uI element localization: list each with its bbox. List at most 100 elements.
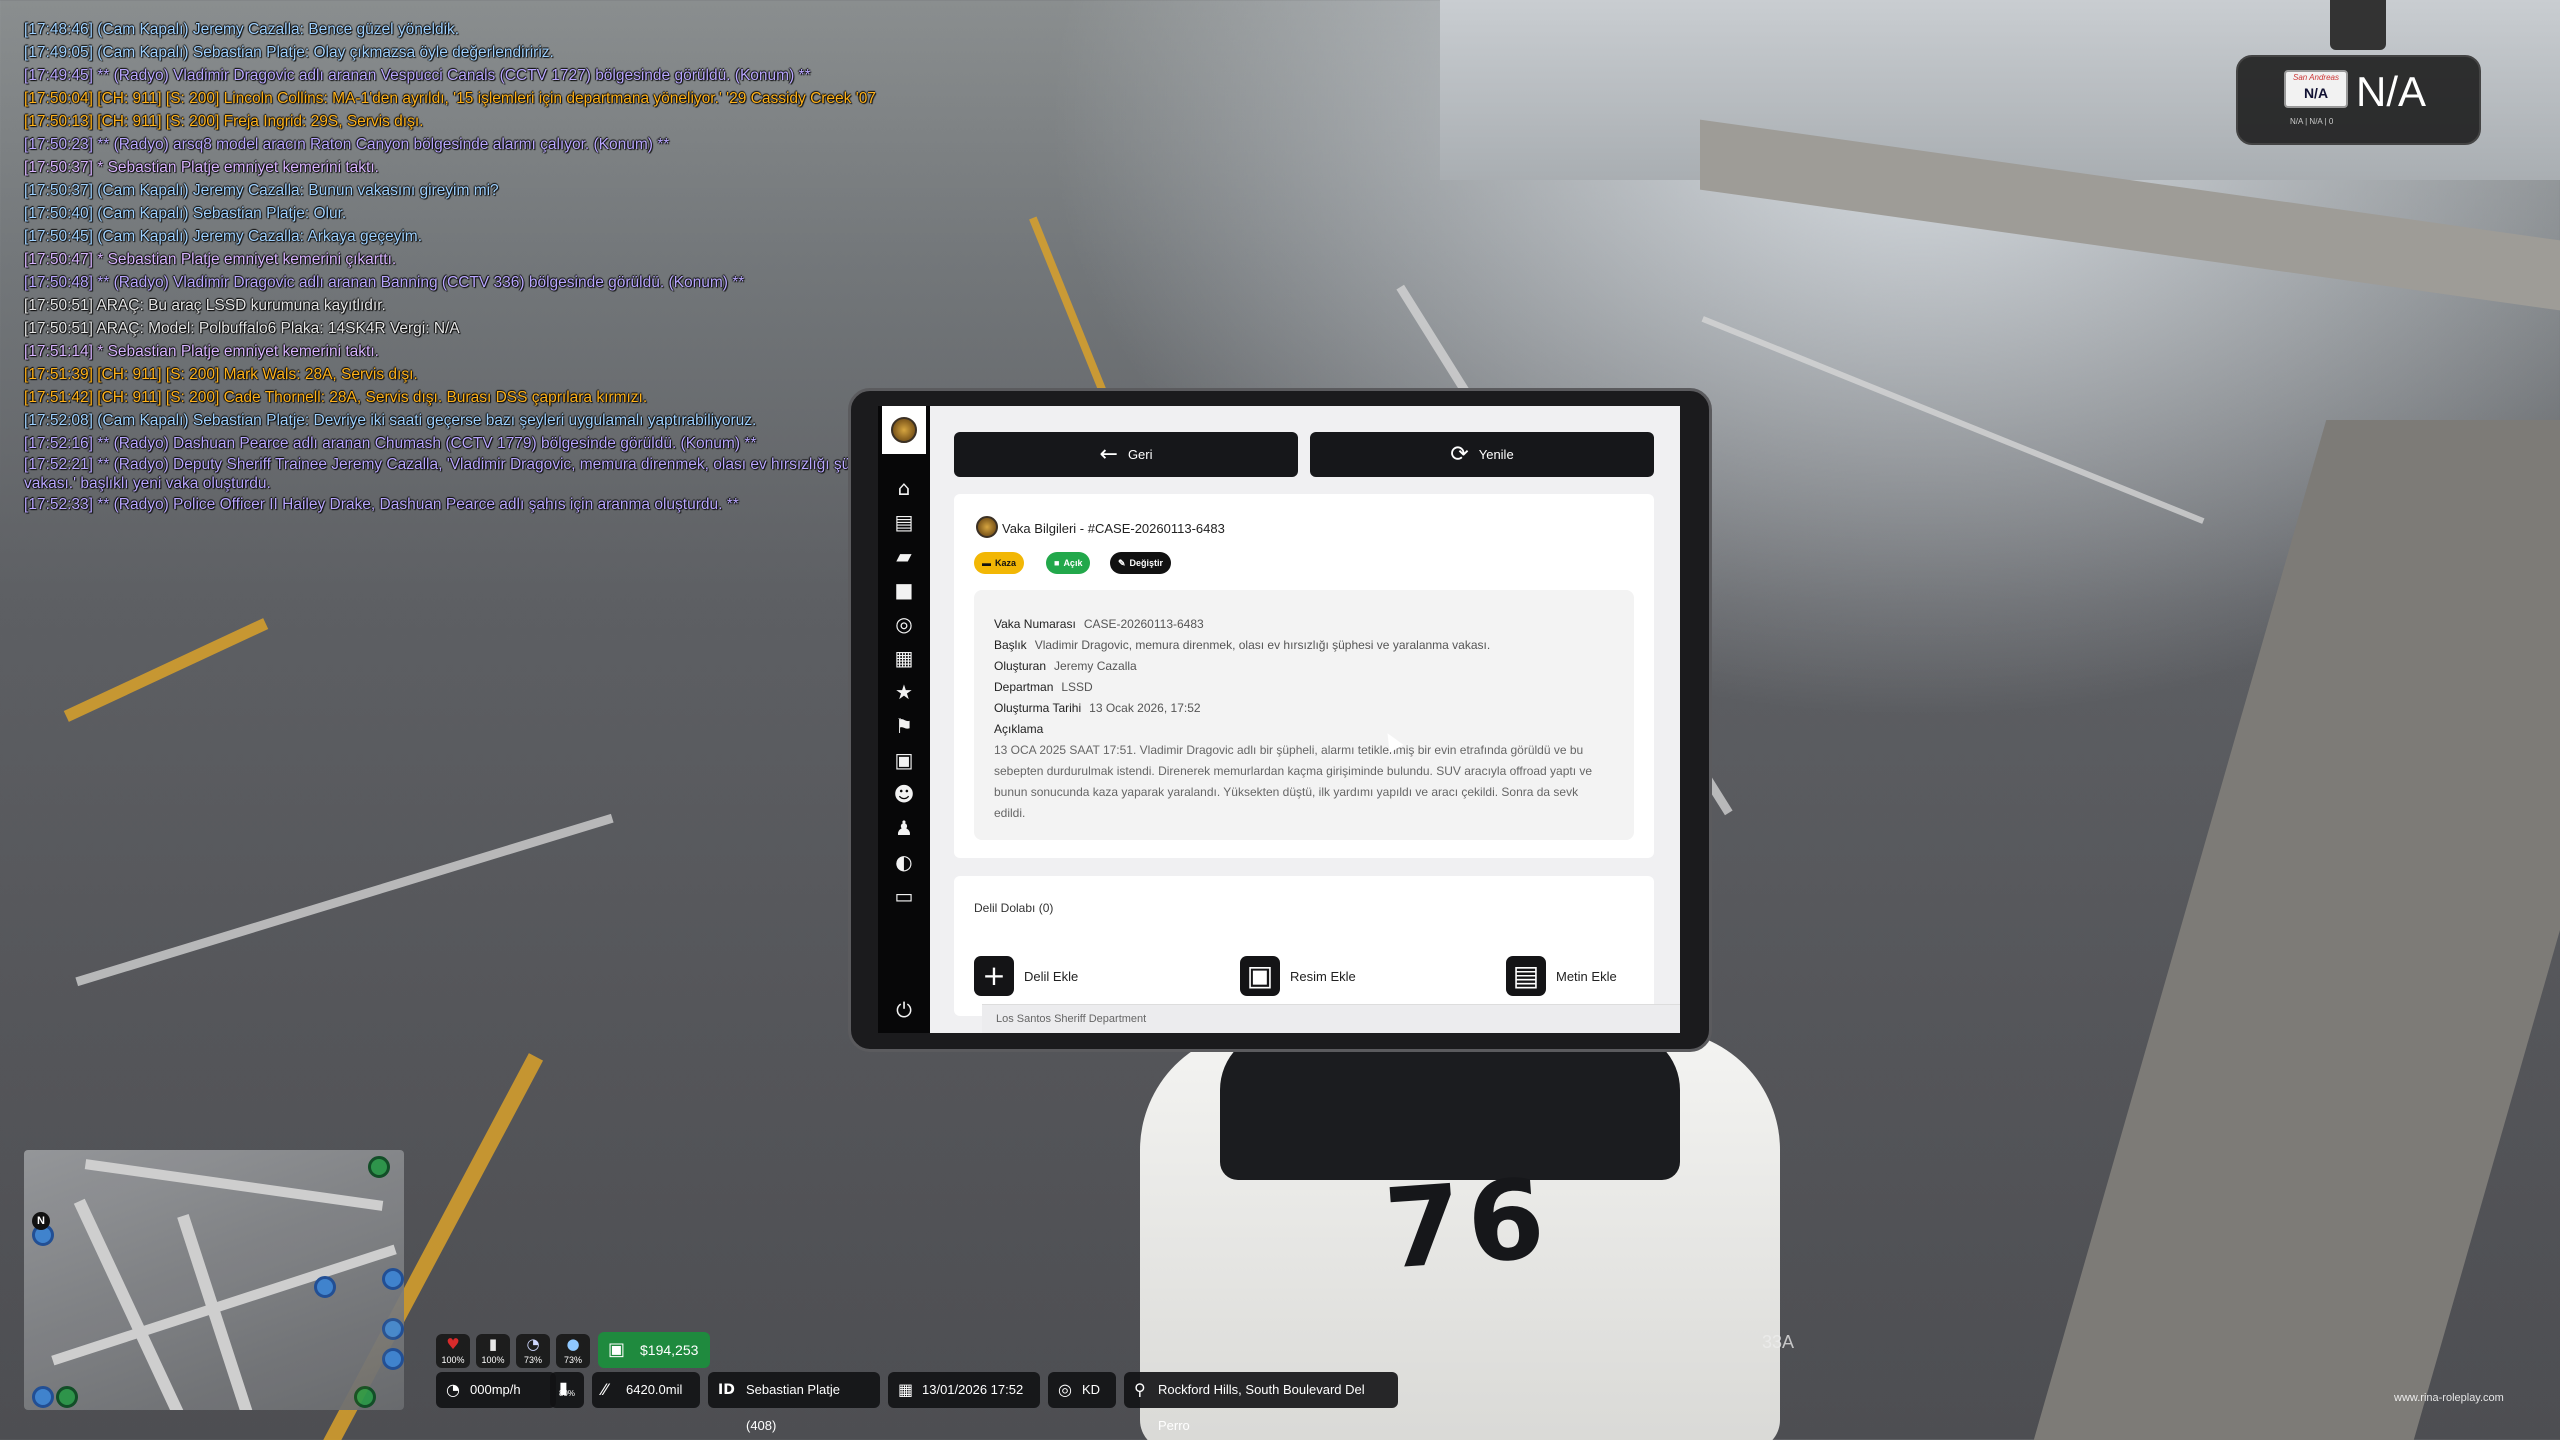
edit-icon: ✎: [1118, 557, 1126, 568]
refresh-button[interactable]: ⟳ Yenile: [1310, 432, 1654, 477]
chat-line: [17:49:05] (Cam Kapalı) Sebastian Platje…: [24, 44, 554, 61]
users-icon[interactable]: ☻: [892, 782, 916, 806]
compass-icon: ◎: [1058, 1380, 1072, 1399]
chat-line: [17:50:37] * Sebastian Platje emniyet ke…: [24, 159, 379, 176]
car-icon: ▬: [982, 558, 991, 568]
blip-icon: [354, 1386, 376, 1408]
datetime-display: ▦ 13/01/2026 17:52: [888, 1372, 1040, 1408]
edit-button[interactable]: ✎ Değiştir: [1110, 552, 1172, 574]
road-icon: ⁄⁄: [602, 1380, 608, 1399]
archive-icon[interactable]: ▭: [892, 884, 916, 908]
thirst-status: ● 73%: [556, 1334, 590, 1368]
lock-icon[interactable]: ■: [892, 578, 916, 602]
chat-line: [17:50:40] (Cam Kapalı) Sebastian Platje…: [24, 205, 347, 222]
waypoint-icon: [382, 1318, 404, 1340]
watermark: www.rina-roleplay.com: [2394, 1392, 2504, 1404]
sheriff-logo: [882, 406, 926, 454]
document-icon: ▤: [1506, 956, 1546, 996]
description-text: 13 OCA 2025 SAAT 17:51. Vladimir Dragovi…: [994, 743, 1593, 820]
evidence-title: Delil Dolabı (0): [974, 901, 1054, 915]
home-icon[interactable]: ⌂: [892, 476, 916, 500]
lane-line: [63, 618, 269, 722]
chat-line: [17:50:51] ARAÇ: Model: Polbuffalo6 Plak…: [24, 320, 460, 337]
waypoint-icon: [314, 1276, 336, 1298]
hunger-status: ◔ 73%: [516, 1334, 550, 1368]
blip-icon: [368, 1156, 390, 1178]
evidence-card: Delil Dolabı (0) + Delil Ekle ▣ Resim Ek…: [954, 876, 1654, 1016]
zone-label: 33A: [1762, 1332, 1795, 1352]
field-row: Oluşturma Tarihi 13 Ocak 2026, 17:52: [994, 701, 1201, 715]
footer: Los Santos Sheriff Department: [982, 1004, 1680, 1033]
mdt-screen: ⌂ ▤ ▰ ■ ◎ ▦ ★ ⚑ ▣ ☻ ♟ ◐ ▭ ⏻ ← Geri ⟳ Yen…: [878, 406, 1680, 1033]
id-icon: ID: [718, 1382, 735, 1398]
waypoint-icon: [382, 1348, 404, 1370]
mdt-content: ← Geri ⟳ Yenile Vaka Bilgileri - #CASE-2…: [930, 406, 1680, 1033]
odometer-display: ⁄⁄ 6420.0mil: [592, 1372, 700, 1408]
direction-display: ◎ KD: [1048, 1372, 1116, 1408]
thirst-icon: ●: [566, 1335, 580, 1353]
heart-icon: ♥: [446, 1335, 460, 1353]
armor-status: ▮ 100%: [476, 1334, 510, 1368]
chat-line: [17:48:46] (Cam Kapalı) Jeremy Cazalla: …: [24, 21, 460, 38]
chat-line: [17:50:47] * Sebastian Platje emniyet ke…: [24, 251, 397, 268]
back-button[interactable]: ← Geri: [954, 432, 1298, 477]
briefcase-icon[interactable]: ▦: [892, 646, 916, 670]
refresh-icon: ⟳: [1450, 442, 1469, 467]
star-icon[interactable]: ★: [892, 680, 916, 704]
calendar-icon: ▦: [898, 1380, 914, 1399]
tag-category: ▬ Kaza: [974, 552, 1025, 574]
plus-icon: +: [974, 956, 1014, 996]
power-icon[interactable]: ⏻: [892, 998, 916, 1022]
badge-icon: [891, 417, 917, 443]
plate-state: San Andreas: [2293, 73, 2339, 82]
car-window: [1220, 1030, 1680, 1180]
player-display: ID Sebastian Platje (408): [708, 1372, 880, 1433]
camera-icon: [2330, 0, 2386, 50]
fuel-display: ▮ 80%: [550, 1372, 584, 1408]
waypoint-icon: [32, 1386, 54, 1408]
field-row: Başlık Vladimir Dragovic, memura direnmek…: [994, 638, 1491, 652]
north-icon: N: [32, 1212, 50, 1230]
location-pin-icon: ⚲: [1134, 1380, 1146, 1399]
chat-line: [17:50:48] ** (Radyo) Vladimir Dragovic …: [24, 274, 745, 291]
chat-line: [17:51:14] * Sebastian Platje emniyet ke…: [24, 343, 379, 360]
plate-text: N/A: [2303, 85, 2329, 101]
folder-open-icon[interactable]: ▰: [892, 544, 916, 568]
case-info: Vaka Numarası CASE-20260113-6483 Başlık Vl…: [974, 590, 1634, 840]
chat-line: [17:50:23] ** (Radyo) arsq8 model aracın…: [24, 136, 670, 153]
chat-line: [17:50:45] (Cam Kapalı) Jeremy Cazalla: …: [24, 228, 423, 245]
refresh-label: Yenile: [1478, 447, 1514, 462]
flag-icon[interactable]: ⚑: [892, 714, 916, 738]
speedometer-icon: ◔: [446, 1380, 460, 1399]
image-icon: ▣: [1240, 956, 1280, 996]
binoculars-icon[interactable]: ◎: [892, 612, 916, 636]
chat-line: [17:50:13] [CH: 911] [S: 200] Freja Ingr…: [24, 113, 424, 130]
back-label: Geri: [1127, 447, 1153, 462]
field-row: Oluşturan Jeremy Cazalla: [994, 659, 1137, 673]
plate-sub: N/A | N/A | 0: [2290, 117, 2334, 126]
user-icon[interactable]: ♟: [892, 816, 916, 840]
chat-line: [17:50:51] ARAÇ: Bu araç LSSD kurumuna k…: [24, 297, 386, 314]
add-text-button[interactable]: ▤ Metin Ekle: [1506, 956, 1617, 996]
clipboard-icon[interactable]: ▤: [892, 510, 916, 534]
add-image-button[interactable]: ▣ Resim Ekle: [1240, 956, 1356, 996]
chat-line: [17:51:39] [CH: 911] [S: 200] Mark Wals:…: [24, 366, 418, 383]
dashboard-icon[interactable]: ◐: [892, 850, 916, 874]
money-display: ▣ $194,253: [598, 1332, 710, 1368]
add-evidence-button[interactable]: + Delil Ekle: [974, 956, 1078, 996]
description-label: Açıklama: [994, 722, 1044, 736]
chat-line: [17:50:37] (Cam Kapalı) Jeremy Cazalla: …: [24, 182, 499, 199]
arrow-left-icon: ←: [1099, 442, 1118, 467]
wallet-icon: ▣: [608, 1339, 626, 1360]
blip-icon: [56, 1386, 78, 1408]
case-card: Vaka Bilgileri - #CASE-20260113-6483 ▬ Ka…: [954, 494, 1654, 858]
suitcase-icon[interactable]: ▣: [892, 748, 916, 772]
plate-value: N/A: [2356, 68, 2427, 115]
license-plate: San Andreas N/A: [2284, 70, 2348, 108]
sidebar: ⌂ ▤ ▰ ■ ◎ ▦ ★ ⚑ ▣ ☻ ♟ ◐ ▭ ⏻: [878, 406, 930, 1033]
crosswalk-line: [75, 813, 614, 987]
field-row: Departman LSSD: [994, 680, 1093, 694]
sidewalk-right: [2033, 420, 2560, 1440]
unlock-icon: ■: [1054, 558, 1060, 568]
fuel-icon: ▮: [559, 1378, 568, 1397]
